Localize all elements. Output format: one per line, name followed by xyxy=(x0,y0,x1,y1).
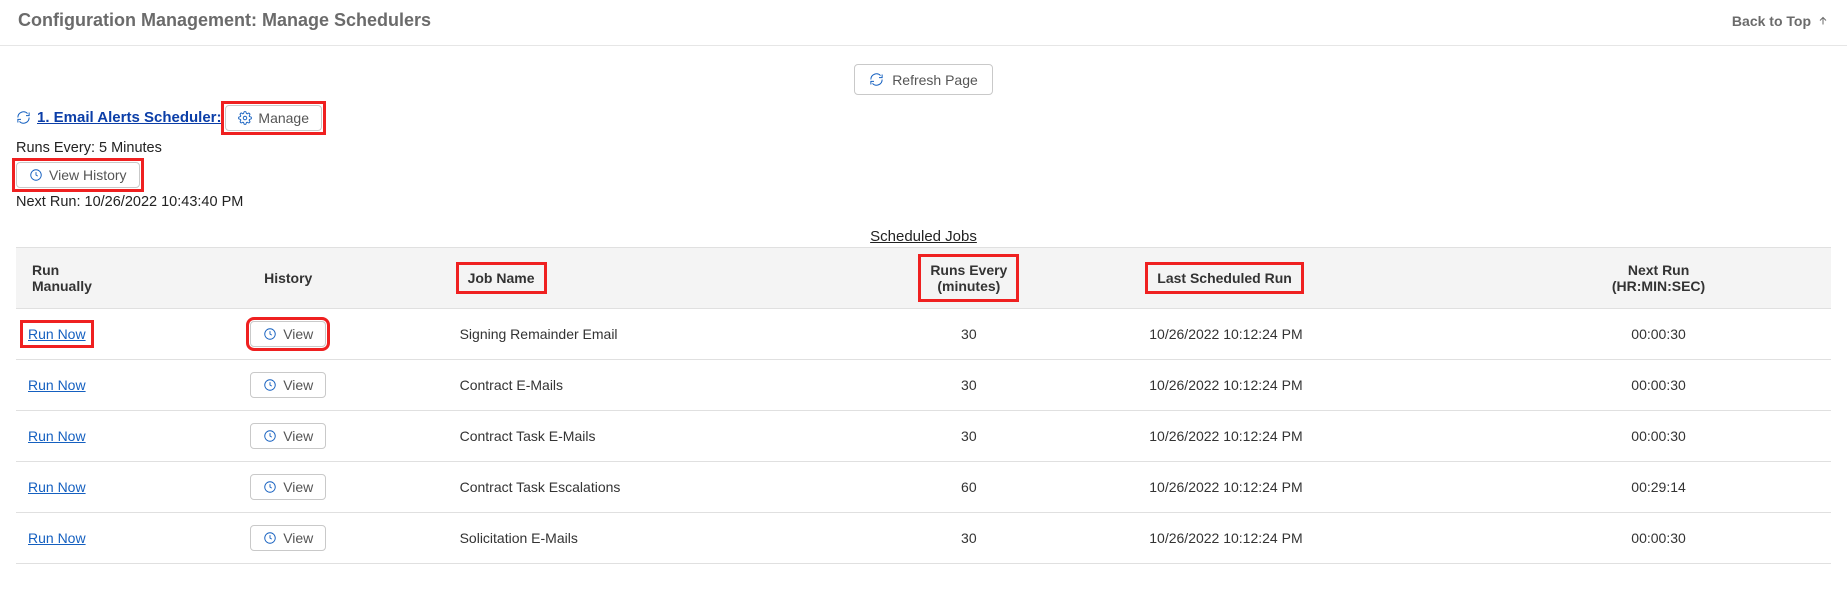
view-label: View xyxy=(283,480,313,494)
cell-job-name: Contract E-Mails xyxy=(452,360,797,411)
cell-history: View xyxy=(125,462,452,513)
refresh-page-label: Refresh Page xyxy=(892,73,978,87)
scheduler-title-link[interactable]: 1. Email Alerts Scheduler: xyxy=(16,109,222,126)
col-runs-every-label-wrap: Runs Every (minutes) xyxy=(922,258,1015,298)
col-next-run-label-wrap: Next Run (HR:MIN:SEC) xyxy=(1604,258,1713,298)
col-job-name: Job Name xyxy=(452,248,797,309)
view-label: View xyxy=(283,327,313,341)
cell-next-run: 00:29:14 xyxy=(1486,462,1831,513)
cell-history: View xyxy=(125,360,452,411)
gear-icon xyxy=(238,111,252,125)
clock-icon xyxy=(263,531,277,545)
cell-history: View xyxy=(125,411,452,462)
col-job-name-label: Job Name xyxy=(460,266,543,290)
cell-last-run: 10/26/2022 10:12:24 PM xyxy=(1141,513,1486,564)
back-to-top-link[interactable]: Back to Top xyxy=(1732,13,1829,29)
manage-highlight: Manage xyxy=(225,105,322,131)
col-runs-every: Runs Every (minutes) xyxy=(796,248,1141,309)
col-runs-every-label: Runs Every xyxy=(930,262,1007,278)
cell-runs-every: 30 xyxy=(796,309,1141,360)
cell-next-run: 00:00:30 xyxy=(1486,411,1831,462)
page-title: Configuration Management: Manage Schedul… xyxy=(18,10,431,31)
col-next-run: Next Run (HR:MIN:SEC) xyxy=(1486,248,1831,309)
scheduled-jobs-table: Run Manually History Job Name Runs Every… xyxy=(16,247,1831,564)
run-now-link[interactable]: Run Now xyxy=(24,426,90,446)
cell-run-manually: Run Now xyxy=(16,462,125,513)
cell-history: View xyxy=(125,309,452,360)
clock-icon xyxy=(29,168,43,182)
clock-icon xyxy=(263,378,277,392)
cell-job-name: Signing Remainder Email xyxy=(452,309,797,360)
cell-run-manually: Run Now xyxy=(16,309,125,360)
run-now-link[interactable]: Run Now xyxy=(24,324,90,344)
table-row: Run Now View Contract Task E-Mails3010/26/… xyxy=(16,411,1831,462)
next-run-text: Next Run: 10/26/2022 10:43:40 PM xyxy=(16,194,1831,210)
view-button[interactable]: View xyxy=(250,372,326,398)
cell-last-run: 10/26/2022 10:12:24 PM xyxy=(1141,360,1486,411)
view-history-highlight: View History xyxy=(16,162,140,188)
cell-runs-every: 60 xyxy=(796,462,1141,513)
table-row: Run Now View Signing Remainder Email3010/2… xyxy=(16,309,1831,360)
refresh-icon xyxy=(869,72,884,87)
table-body: Run NowViewSigning Remainder Email3010/2… xyxy=(16,309,1831,564)
clock-icon xyxy=(263,327,277,341)
page-header: Configuration Management: Manage Schedul… xyxy=(0,0,1847,46)
view-label: View xyxy=(283,429,313,443)
cell-last-run: 10/26/2022 10:12:24 PM xyxy=(1141,411,1486,462)
run-now-link[interactable]: Run Now xyxy=(24,375,90,395)
cell-history: View xyxy=(125,513,452,564)
table-row: Run Now View Solicitation E-Mails3010/26/2… xyxy=(16,513,1831,564)
cell-job-name: Solicitation E-Mails xyxy=(452,513,797,564)
refresh-icon xyxy=(16,110,31,125)
view-history-label: View History xyxy=(49,168,127,182)
clock-icon xyxy=(263,480,277,494)
cell-runs-every: 30 xyxy=(796,411,1141,462)
col-last-run-label: Last Scheduled Run xyxy=(1149,266,1300,290)
cell-run-manually: Run Now xyxy=(16,411,125,462)
view-label: View xyxy=(283,378,313,392)
clock-icon xyxy=(263,429,277,443)
runs-every-text: Runs Every: 5 Minutes xyxy=(16,140,1831,156)
cell-job-name: Contract Task E-Mails xyxy=(452,411,797,462)
view-button[interactable]: View xyxy=(250,525,326,551)
cell-run-manually: Run Now xyxy=(16,513,125,564)
table-row: Run Now View Contract E-Mails3010/26/2022 … xyxy=(16,360,1831,411)
scheduler-title-text: 1. Email Alerts Scheduler: xyxy=(37,109,222,126)
col-last-run: Last Scheduled Run xyxy=(1141,248,1486,309)
col-run-manually: Run Manually xyxy=(16,248,125,309)
manage-label: Manage xyxy=(258,111,309,125)
table-row: Run Now View Contract Task Escalations6010… xyxy=(16,462,1831,513)
cell-next-run: 00:00:30 xyxy=(1486,360,1831,411)
cell-next-run: 00:00:30 xyxy=(1486,309,1831,360)
cell-last-run: 10/26/2022 10:12:24 PM xyxy=(1141,309,1486,360)
cell-next-run: 00:00:30 xyxy=(1486,513,1831,564)
arrow-up-icon xyxy=(1817,15,1829,27)
col-run-manually-label: Run Manually xyxy=(24,258,117,298)
top-actions: Refresh Page xyxy=(0,46,1847,105)
manage-button[interactable]: Manage xyxy=(225,105,322,131)
content-region: 1. Email Alerts Scheduler: Manage Runs E… xyxy=(0,105,1847,574)
view-button[interactable]: View xyxy=(250,321,326,347)
table-caption: Scheduled Jobs xyxy=(16,228,1831,245)
run-now-link[interactable]: Run Now xyxy=(24,477,90,497)
col-next-run-sublabel: (HR:MIN:SEC) xyxy=(1612,278,1705,294)
run-now-link[interactable]: Run Now xyxy=(24,528,90,548)
col-history: History xyxy=(125,248,452,309)
view-label: View xyxy=(283,531,313,545)
back-to-top-label: Back to Top xyxy=(1732,13,1811,29)
cell-job-name: Contract Task Escalations xyxy=(452,462,797,513)
cell-last-run: 10/26/2022 10:12:24 PM xyxy=(1141,462,1486,513)
view-history-button[interactable]: View History xyxy=(16,162,140,188)
col-next-run-label: Next Run xyxy=(1628,262,1689,278)
cell-runs-every: 30 xyxy=(796,360,1141,411)
col-runs-every-sublabel: (minutes) xyxy=(937,278,1000,294)
view-button[interactable]: View xyxy=(250,423,326,449)
refresh-page-button[interactable]: Refresh Page xyxy=(854,64,993,95)
cell-runs-every: 30 xyxy=(796,513,1141,564)
view-button[interactable]: View xyxy=(250,474,326,500)
col-history-label: History xyxy=(256,266,320,290)
table-header: Run Manually History Job Name Runs Every… xyxy=(16,248,1831,309)
cell-run-manually: Run Now xyxy=(16,360,125,411)
